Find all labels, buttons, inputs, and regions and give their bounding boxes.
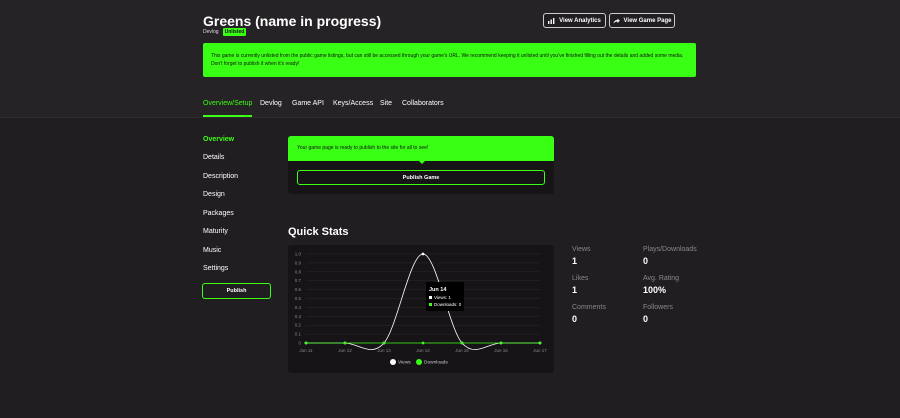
tab-game-api[interactable]: Game API — [292, 100, 324, 107]
stat-plays-label: Plays/Downloads — [643, 246, 697, 253]
publish-ready-message: Your game page is ready to publish to th… — [297, 145, 429, 151]
y-tick-label: 0.7 — [295, 278, 302, 283]
sidebar-item-music[interactable]: Music — [203, 247, 221, 254]
y-tick-label: 0 — [298, 341, 301, 346]
view-analytics-label: View Analytics — [559, 17, 601, 24]
tab-devlog[interactable]: Devlog — [260, 100, 282, 107]
legend-label: Downloads — [424, 360, 448, 366]
devlog-badge: Devlog — [203, 29, 219, 35]
stat-rating-value: 100% — [643, 285, 667, 295]
view-game-page-button[interactable]: View Game Page — [609, 13, 675, 28]
stat-views-label: Views — [572, 246, 591, 253]
tab-keys-access[interactable]: Keys/Access — [333, 100, 373, 107]
x-tick-label: Jun 16 — [494, 348, 508, 353]
legend-swatch-downloads — [416, 359, 422, 365]
views-chart-card: 1.0 0.9 0.8 0.7 0.6 0.5 0.4 0.3 0.2 0.1 0 Jun 11 Ju… — [288, 245, 554, 373]
active-tab-underline — [203, 115, 252, 117]
y-tick-label: 1.0 — [295, 252, 302, 257]
x-tick-label: Jun 14 — [416, 348, 430, 353]
main-nav: Overview/Setup Devlog Game API Keys/Acce… — [0, 91, 900, 118]
views-chart: 1.0 0.9 0.8 0.7 0.6 0.5 0.4 0.3 0.2 0.1 0 Jun 11 Ju… — [295, 252, 548, 366]
stat-followers-value: 0 — [643, 314, 649, 324]
sidebar-item-packages[interactable]: Packages — [203, 210, 234, 217]
publish-ready-card: Your game page is ready to publish to th… — [288, 136, 554, 194]
unlisted-badge: Unlisted — [222, 28, 247, 36]
stat-followers-label: Followers — [643, 304, 673, 311]
stat-rating-label: Avg. Rating — [643, 275, 680, 282]
share-arrow-icon — [613, 18, 620, 23]
stat-comments-value: 0 — [572, 314, 578, 324]
legend-swatch-views — [390, 359, 396, 365]
page-title: Greens (name in progress) — [203, 13, 382, 29]
data-point-downloads — [304, 341, 308, 345]
stat-views-value: 1 — [572, 256, 578, 266]
view-analytics-button[interactable]: View Analytics — [543, 13, 606, 28]
legend-label: Views — [398, 360, 411, 366]
data-point-views — [421, 252, 425, 256]
data-point-downloads — [499, 341, 503, 345]
tab-collaborators[interactable]: Collaborators — [402, 100, 444, 107]
sidebar-item-overview[interactable]: Overview — [203, 136, 234, 143]
data-point-downloads — [382, 341, 386, 345]
x-tick-label: Jun 12 — [338, 348, 352, 353]
sidebar-item-settings[interactable]: Settings — [203, 265, 228, 272]
stat-likes-value: 1 — [572, 285, 578, 295]
view-game-page-label: View Game Page — [623, 17, 672, 24]
sidebar-item-maturity[interactable]: Maturity — [203, 228, 228, 235]
y-tick-label: 0.1 — [295, 332, 302, 337]
status-badges: Devlog Unlisted — [203, 28, 247, 36]
caret-icon — [419, 161, 425, 164]
data-point-downloads — [421, 341, 425, 345]
x-tick-label: Jun 13 — [377, 348, 391, 353]
y-tick-label: 0.4 — [295, 305, 302, 310]
x-tick-label: Jun 15 — [455, 348, 469, 353]
y-tick-label: 0.8 — [295, 269, 302, 274]
publish-ready-message-box: Your game page is ready to publish to th… — [288, 136, 554, 164]
x-tick-label: Jun 11 — [299, 348, 313, 353]
stat-comments-label: Comments — [572, 304, 606, 311]
sidebar-item-description[interactable]: Description — [203, 173, 238, 180]
tooltip-swatch — [429, 303, 432, 306]
y-tick-label: 0.3 — [295, 314, 302, 319]
data-point-downloads — [538, 341, 542, 345]
quick-stats-title: Quick Stats — [288, 226, 349, 238]
sidebar-publish-button[interactable]: Publish — [202, 283, 271, 299]
data-point-downloads — [343, 341, 347, 345]
tooltip-line: Views: 1 — [434, 295, 451, 300]
x-tick-label: Jun 17 — [533, 348, 547, 353]
tooltip-swatch — [429, 296, 432, 299]
data-point-downloads — [460, 341, 464, 345]
stat-likes-label: Likes — [572, 275, 589, 282]
tooltip-title: Jun 14 — [429, 287, 447, 293]
unlisted-notice: This game is currently unlisted from the… — [203, 43, 696, 77]
sidebar-item-design[interactable]: Design — [203, 191, 225, 198]
y-tick-label: 0.2 — [295, 323, 302, 328]
y-tick-label: 0.9 — [295, 260, 302, 265]
tooltip-line: Downloads: 0 — [434, 302, 462, 307]
y-tick-label: 0.5 — [295, 296, 302, 301]
chart-icon — [548, 17, 555, 24]
tab-site[interactable]: Site — [380, 100, 392, 107]
y-tick-label: 0.6 — [295, 287, 302, 292]
tab-overview-setup[interactable]: Overview/Setup — [203, 100, 252, 107]
sidebar-item-details[interactable]: Details — [203, 154, 224, 161]
series-line-views — [306, 253, 540, 350]
stat-plays-value: 0 — [643, 256, 649, 266]
publish-game-button[interactable]: Publish Game — [297, 170, 545, 185]
